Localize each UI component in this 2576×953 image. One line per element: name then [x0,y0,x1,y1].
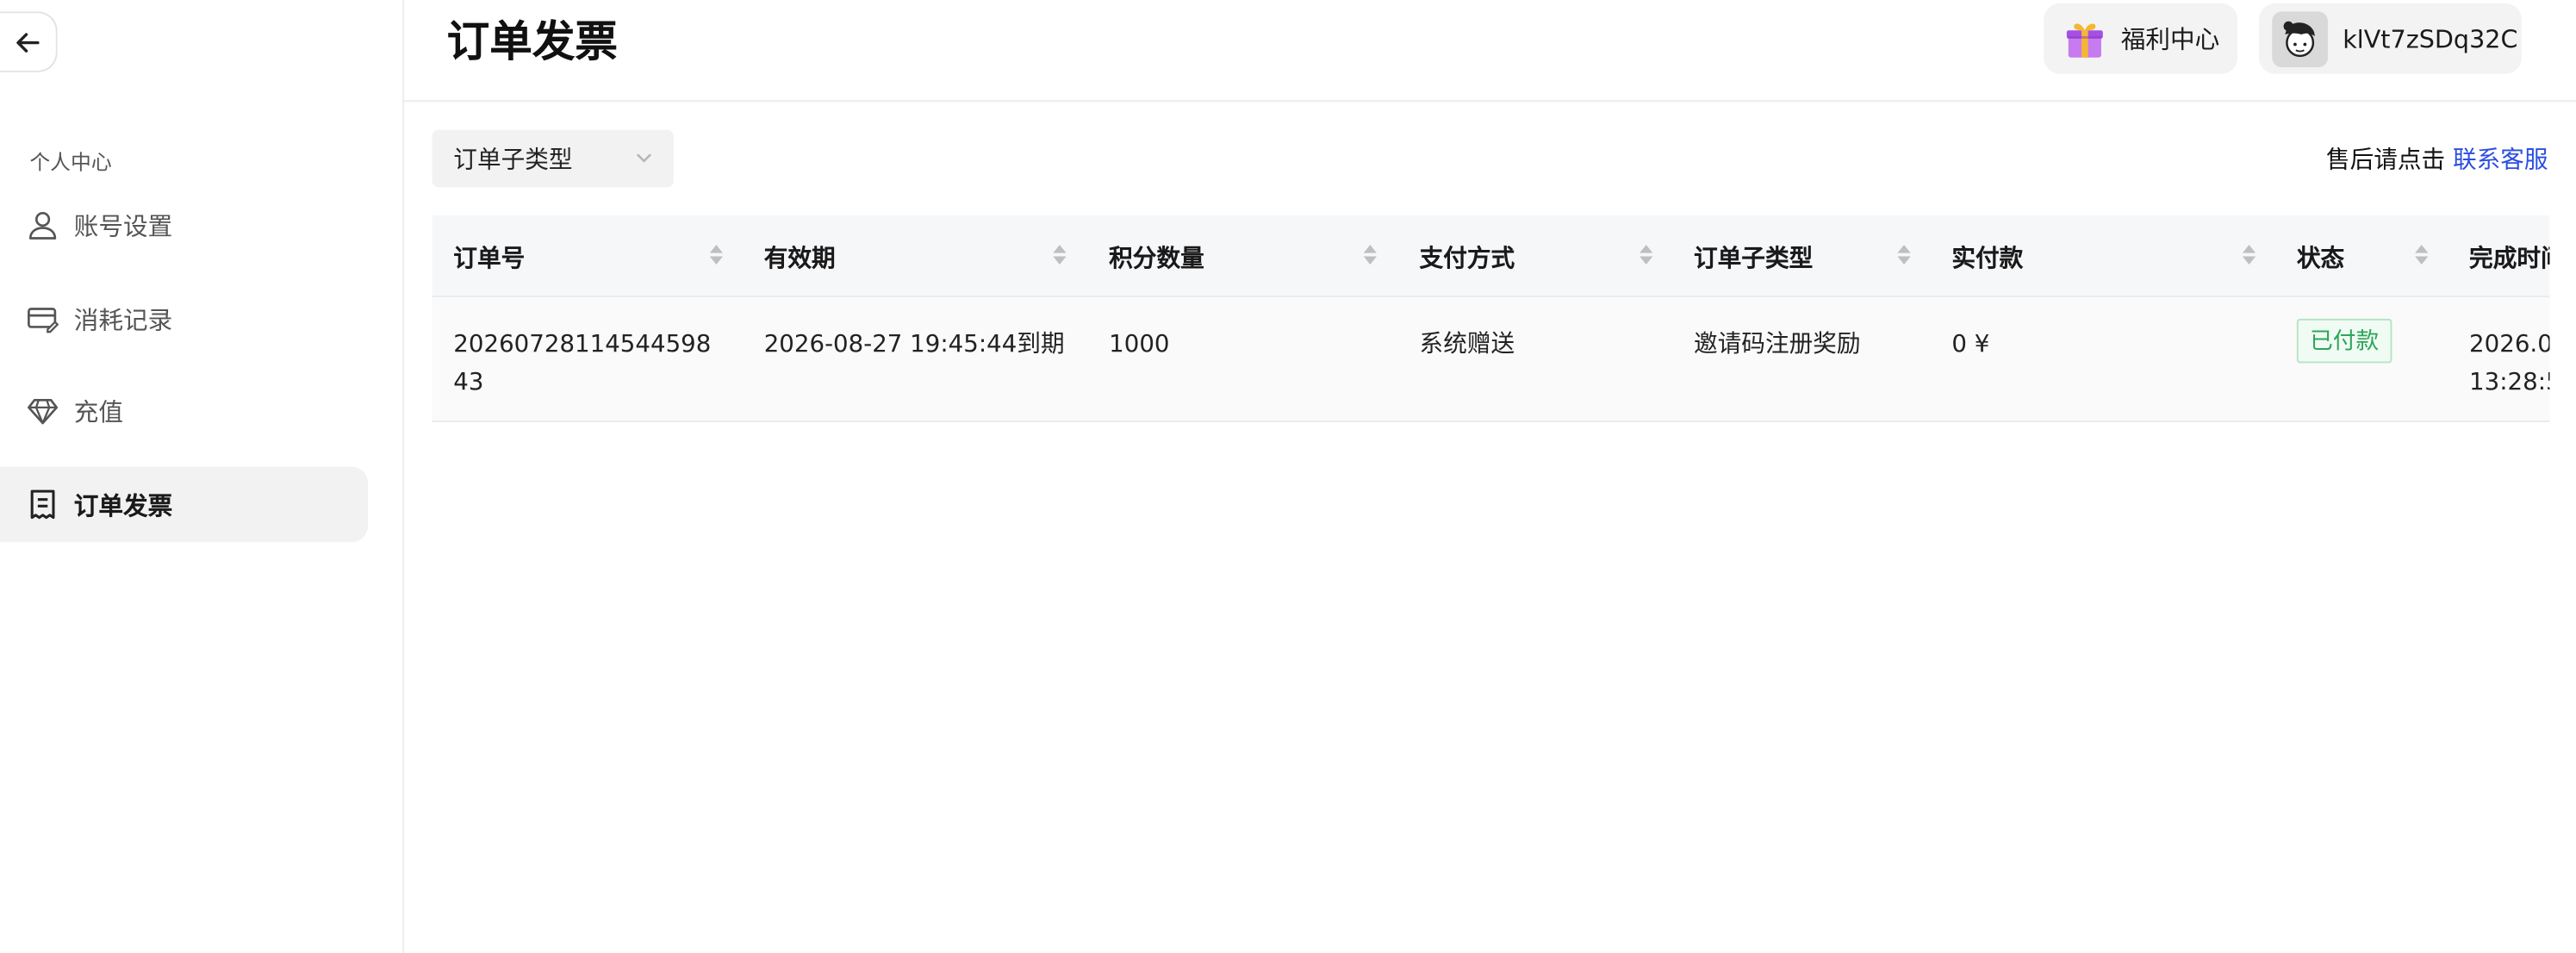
sidebar-item-orders-invoices[interactable]: 订单发票 [0,466,369,543]
sidebar: 个人中心 账号设置 消耗记录 充值 订单发票 [0,0,405,953]
order-subtype-select-placeholder: 订单子类型 [453,147,573,175]
paid-amount-cell: 0 ¥ [1951,332,1990,358]
table-header: 订单号 有效期 积分数量 支付方式 订单子类型 实付款 状态 完成时间 [432,215,2550,298]
sort-icon[interactable] [1638,241,1654,268]
column-header-validity[interactable]: 有效期 [764,240,836,274]
sidebar-item-account-settings[interactable]: 账号设置 [0,187,368,263]
column-header-paid-amount[interactable]: 实付款 [1951,240,2023,274]
sort-icon[interactable] [2413,241,2430,268]
contact-support-link[interactable]: 联系客服 [2453,148,2548,175]
sidebar-item-label: 充值 [73,396,124,427]
after-sales-support: 售后请点击 联系客服 [2326,141,2548,176]
orders-table: 订单号 有效期 积分数量 支付方式 订单子类型 实付款 状态 完成时间 2026… [432,215,2550,423]
column-header-completed-time[interactable]: 完成时间 [2469,240,2549,274]
user-icon [27,209,59,241]
arrow-left-icon [16,32,40,52]
sidebar-item-usage-records[interactable]: 消耗记录 [0,281,368,357]
sidebar-item-label: 订单发票 [73,490,173,520]
username-label: klVt7zSDq32C [2343,23,2518,53]
column-header-order-subtype[interactable]: 订单子类型 [1694,240,1813,274]
sort-icon[interactable] [1051,241,1067,268]
sidebar-section-label: 个人中心 [29,149,112,175]
card-edit-icon [27,302,59,335]
sort-icon[interactable] [1362,241,1378,268]
user-menu-button[interactable]: klVt7zSDq32C [2258,3,2523,74]
sort-icon[interactable] [708,241,725,268]
column-header-payment-method[interactable]: 支付方式 [1420,240,1515,274]
column-header-order-id[interactable]: 订单号 [453,240,525,274]
sort-icon[interactable] [1896,241,1913,268]
order-id-cell: 20260728114544598 43 [453,332,712,396]
sidebar-item-label: 账号设置 [73,211,173,241]
points-cell: 1000 [1109,332,1170,358]
back-button[interactable] [0,11,58,72]
receipt-icon [27,488,59,520]
welfare-center-label: 福利中心 [2120,24,2220,54]
payment-method-cell: 系统赠送 [1419,332,1515,358]
table-row: 20260728114544598 43 2026-08-27 19:45:44… [432,297,2550,423]
chevron-down-icon [636,153,652,163]
diamond-icon [27,395,59,427]
gift-icon [2066,22,2103,57]
after-sales-prefix: 售后请点击 [2325,147,2446,175]
validity-cell: 2026-08-27 19:45:44到期 [763,332,1065,358]
avatar [2272,10,2329,67]
column-header-status[interactable]: 状态 [2297,240,2344,274]
order-subtype-select[interactable]: 订单子类型 [432,129,674,188]
page-title: 订单发票 [446,17,619,68]
top-header: 订单发票 福利中心 klVt7zSDq32C [404,0,2576,103]
sidebar-item-label: 消耗记录 [73,304,173,335]
completed-time-cell: 2026.07.28 13:28:54 [2469,332,2549,396]
welfare-center-button[interactable]: 福利中心 [2044,3,2238,74]
status-badge: 已付款 [2296,318,2392,364]
sort-icon[interactable] [2241,241,2257,268]
column-header-points[interactable]: 积分数量 [1109,240,1204,274]
sidebar-item-recharge[interactable]: 充值 [0,373,368,449]
avatar-cartoon-icon [2283,20,2315,57]
order-subtype-cell: 邀请码注册奖励 [1694,332,1861,358]
